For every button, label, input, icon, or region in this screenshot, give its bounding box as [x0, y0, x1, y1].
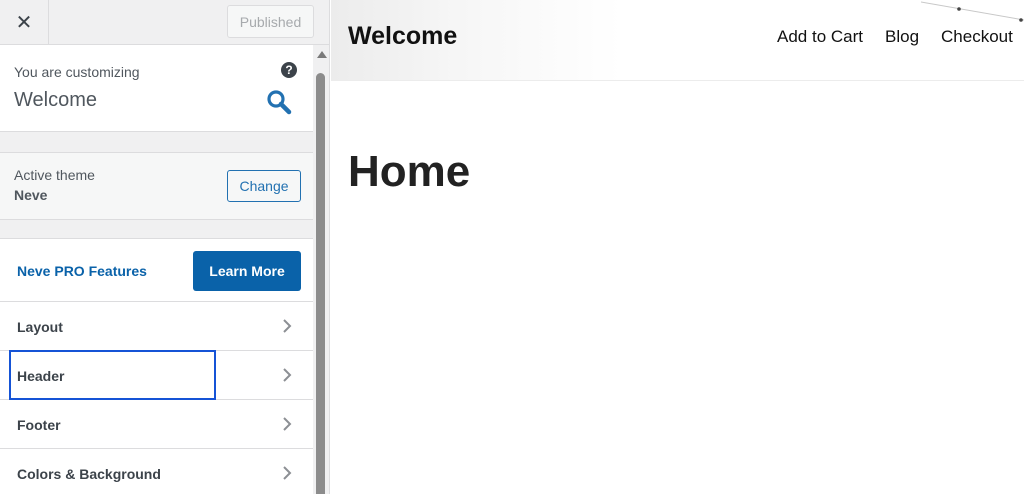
nav-link-blog[interactable]: Blog — [885, 27, 919, 47]
chevron-right-icon — [283, 466, 292, 480]
chevron-right-icon — [283, 319, 292, 333]
active-theme-label: Active theme — [14, 167, 95, 183]
header-decoration — [921, 1, 1024, 22]
change-theme-button[interactable]: Change — [227, 170, 301, 202]
published-button[interactable]: Published — [227, 5, 314, 38]
nav-link-add-to-cart[interactable]: Add to Cart — [777, 27, 863, 47]
menu-item-layout[interactable]: Layout — [0, 302, 313, 351]
site-header: Welcome Add to Cart Blog Checkout — [331, 0, 1024, 81]
close-icon[interactable]: ✕ — [0, 0, 49, 45]
learn-more-button[interactable]: Learn More — [193, 251, 301, 291]
customizing-info-panel: You are customizing Welcome ? — [0, 45, 313, 132]
help-icon[interactable]: ? — [281, 62, 297, 78]
menu-item-header[interactable]: Header — [0, 351, 313, 400]
chevron-right-icon — [283, 417, 292, 431]
customizing-site-name: Welcome — [14, 89, 97, 111]
customizing-label: You are customizing — [14, 64, 140, 80]
primary-nav: Add to Cart Blog Checkout — [777, 27, 1013, 47]
chevron-right-icon — [283, 368, 292, 382]
menu-item-label: Header — [17, 368, 65, 384]
nav-link-checkout[interactable]: Checkout — [941, 27, 1013, 47]
menu-item-label: Colors & Background — [17, 466, 161, 482]
scroll-up-arrow-icon[interactable] — [317, 51, 327, 58]
active-theme-name: Neve — [14, 187, 48, 203]
menu-item-label: Footer — [17, 417, 61, 433]
menu-item-colors-background[interactable]: Colors & Background — [0, 449, 313, 494]
sidebar-scrollbar[interactable] — [313, 45, 329, 494]
site-title[interactable]: Welcome — [348, 22, 457, 51]
menu-item-footer[interactable]: Footer — [0, 400, 313, 449]
page-title: Home — [348, 147, 471, 196]
menu-item-label: Layout — [17, 319, 63, 335]
pro-features-link[interactable]: Neve PRO Features — [17, 263, 147, 279]
active-theme-panel: Active theme Neve Change — [0, 152, 313, 220]
customizer-sidebar: ✕ Published You are customizing Welcome … — [0, 0, 330, 494]
pro-features-panel: Neve PRO Features Learn More — [0, 238, 313, 302]
scrollbar-thumb[interactable] — [316, 73, 325, 494]
search-icon[interactable] — [266, 89, 292, 115]
site-preview: Welcome Add to Cart Blog Checkout Home — [331, 0, 1024, 494]
customizer-top-bar: ✕ Published — [0, 0, 329, 45]
